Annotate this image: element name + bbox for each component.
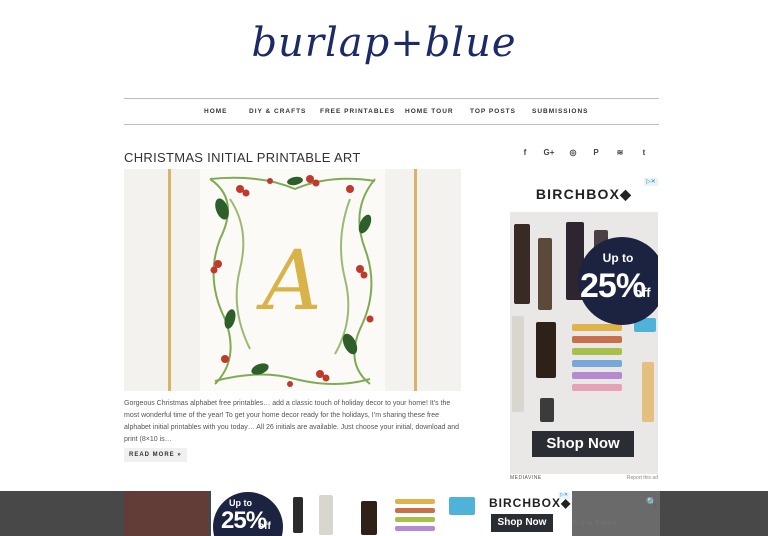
wreath-illustration: A (209, 175, 376, 387)
product-tube (395, 499, 435, 504)
product-bottle (538, 238, 552, 310)
product-bottle (512, 316, 524, 412)
product-bottle (642, 362, 654, 422)
banner-badge-off: off (258, 521, 271, 532)
ad-badge-up-to: Up to (602, 251, 634, 265)
product-jar (449, 497, 475, 515)
main-nav: HOME DIY & CRAFTS FREE PRINTABLES HOME T… (124, 98, 659, 125)
sticky-footer-overlay: 🔍 BE VIA EMAIL Up to 25% off ▷✕ BIRCHBOX… (0, 491, 768, 536)
wreath-print: A (200, 169, 385, 391)
twitter-icon[interactable]: t (637, 148, 651, 160)
ad-product-photo: Up to 25% off Shop Now (510, 212, 658, 474)
ad-shop-now-button[interactable]: Shop Now (532, 431, 634, 457)
nav-item-home-tour[interactable]: HOME TOUR (405, 108, 454, 115)
banner-brand-text: BIRCHBOX (489, 496, 562, 510)
ad-brand: BIRCHBOX◆ (510, 186, 658, 203)
banner-discount-badge: Up to 25% off (213, 492, 283, 536)
product-bottle (514, 224, 530, 304)
sticky-banner-ad[interactable]: Up to 25% off ▷✕ BIRCHBOX◆ Shop Now (211, 491, 572, 536)
facebook-icon[interactable]: f (518, 148, 532, 160)
product-tube (572, 372, 622, 379)
ad-brand-mark: ◆ (620, 186, 633, 202)
product-tube (572, 324, 622, 331)
rss-icon[interactable]: ≋ (613, 148, 627, 160)
pinterest-icon[interactable]: P (589, 148, 603, 160)
ad-brand-text: BIRCHBOX (535, 186, 621, 202)
banner-shop-now-button[interactable]: Shop Now (491, 514, 553, 532)
product-tube (572, 360, 622, 367)
ad-network-label: MEDIAVINE (510, 475, 542, 481)
post-excerpt: Gorgeous Christmas alphabet free printab… (124, 400, 460, 443)
ad-close-icon[interactable]: ▷✕ (644, 178, 658, 186)
site-logo[interactable]: burlap+blue (0, 20, 768, 66)
post-featured-image[interactable]: A (124, 169, 461, 391)
product-bottle (319, 495, 333, 535)
product-tube (395, 517, 435, 522)
product-tube (572, 336, 622, 343)
nav-item-top-posts[interactable]: TOP POSTS (470, 108, 516, 115)
nav-item-home[interactable]: HOME (204, 108, 228, 115)
frame-edge-left (168, 169, 171, 391)
sidebar-ad[interactable]: ▷✕ BIRCHBOX◆ Up to 25% off Shop Now MEDI… (510, 178, 658, 484)
product-tube (572, 384, 622, 391)
frame-edge-right (414, 169, 417, 391)
banner-brand-mark: ◆ (561, 496, 572, 510)
product-bottle (361, 501, 377, 535)
subscribe-label: BE VIA EMAIL (568, 521, 619, 527)
nav-item-free-printables[interactable]: FREE PRINTABLES (320, 108, 395, 115)
post-title[interactable]: CHRISTMAS INITIAL PRINTABLE ART (124, 150, 361, 165)
product-tube (572, 348, 622, 355)
ad-badge-off: off (634, 285, 651, 300)
banner-brand: BIRCHBOX◆ (489, 496, 571, 510)
initial-letter: A (255, 234, 321, 329)
report-ad-link[interactable]: Report this ad (627, 475, 658, 481)
nav-item-diy-crafts[interactable]: DIY & CRAFTS (249, 108, 306, 115)
search-icon[interactable]: 🔍 (646, 497, 657, 508)
product-tube (395, 508, 435, 513)
product-bottle (536, 322, 556, 378)
google-plus-icon[interactable]: G+ (542, 148, 556, 160)
product-tube (395, 526, 435, 531)
next-post-thumbnail[interactable] (124, 491, 208, 536)
ad-discount-badge: Up to 25% off (578, 237, 658, 325)
read-more-button[interactable]: READ MORE » (124, 448, 187, 462)
product-bottle (293, 497, 303, 533)
product-bottle (540, 398, 554, 422)
instagram-icon[interactable]: ◎ (566, 148, 580, 160)
nav-item-submissions[interactable]: SUBMISSIONS (532, 108, 589, 115)
